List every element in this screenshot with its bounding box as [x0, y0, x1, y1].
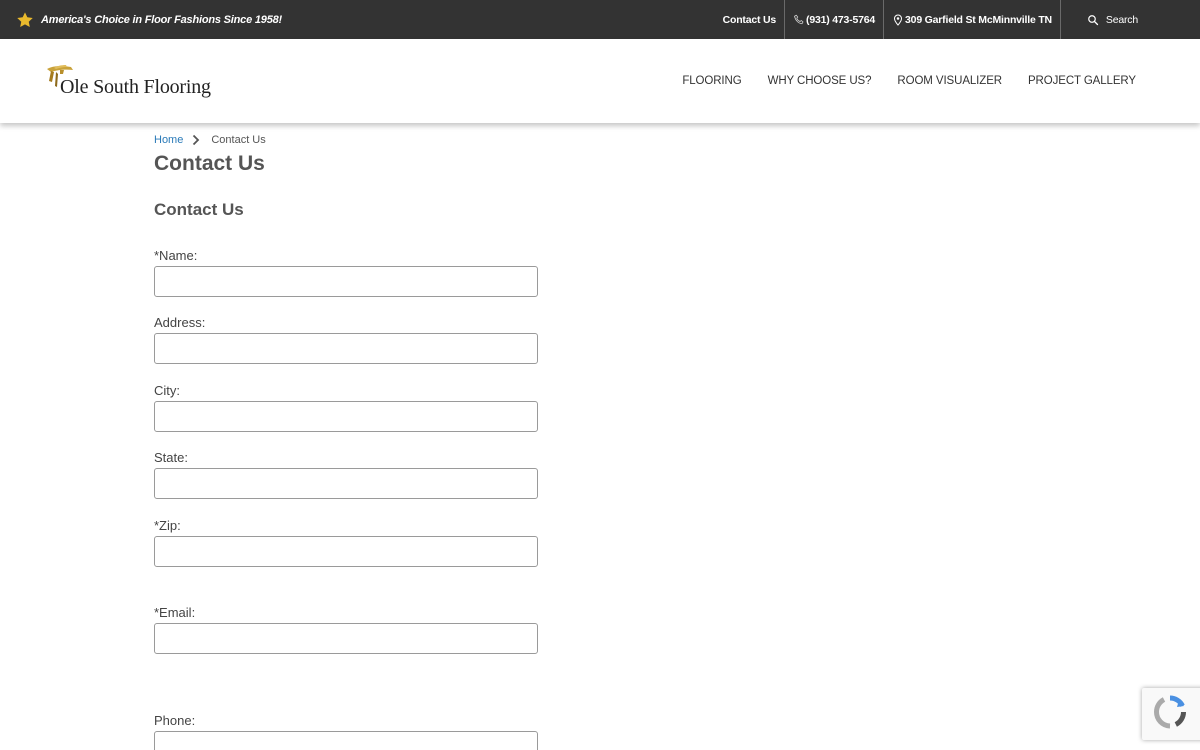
star-icon	[16, 11, 34, 29]
tagline-text: America's Choice in Floor Fashions Since…	[41, 13, 282, 26]
logo-text: Ole South Flooring	[60, 76, 211, 98]
phone-icon	[793, 14, 805, 26]
search-icon	[1087, 14, 1099, 26]
contact-us-link[interactable]: Contact Us	[715, 0, 786, 39]
page-title: Contact Us	[154, 152, 265, 175]
main-nav: FLOORING WHY CHOOSE US? ROOM VISUALIZER …	[656, 39, 1136, 123]
phone-link[interactable]: (931) 473-5764	[785, 0, 885, 39]
email-label: *Email:	[154, 605, 196, 620]
zip-label: *Zip:	[154, 518, 181, 533]
search-button[interactable]: Search	[1061, 0, 1200, 39]
breadcrumb: Home Contact Us	[154, 134, 266, 146]
nav-why-choose-us[interactable]: WHY CHOOSE US?	[768, 75, 872, 87]
phone-number: (931) 473-5764	[806, 13, 876, 26]
top-bar: America's Choice in Floor Fashions Since…	[0, 0, 1200, 39]
nav-flooring[interactable]: FLOORING	[682, 75, 741, 87]
state-label: State:	[154, 450, 188, 465]
city-field[interactable]	[154, 401, 538, 432]
phone-field[interactable]	[154, 731, 538, 750]
site-header: Ole South Flooring FLOORING WHY CHOOSE U…	[0, 39, 1200, 123]
state-field[interactable]	[154, 468, 538, 499]
address-label: Address:	[154, 315, 206, 330]
name-label: *Name:	[154, 248, 198, 263]
phone-label: Phone:	[154, 713, 196, 728]
address-text: 309 Garfield St McMinnville TN	[905, 13, 1052, 26]
city-label: City:	[154, 383, 180, 398]
search-label: Search	[1105, 13, 1138, 26]
nav-project-gallery[interactable]: PROJECT GALLERY	[1028, 75, 1136, 87]
chevron-right-icon	[191, 134, 201, 146]
zip-field[interactable]	[154, 536, 538, 567]
address-field[interactable]	[154, 333, 538, 364]
site-logo[interactable]: Ole South Flooring	[44, 63, 224, 101]
address-link[interactable]: 309 Garfield St McMinnville TN	[884, 0, 1061, 39]
top-links: Contact Us (931) 473-5764 309 Garfield S…	[715, 0, 1200, 39]
recaptcha-badge[interactable]	[1142, 688, 1200, 740]
recaptcha-icon	[1152, 694, 1188, 735]
email-field[interactable]	[154, 623, 538, 654]
name-field[interactable]	[154, 266, 538, 297]
breadcrumb-home-link[interactable]: Home	[154, 134, 183, 146]
map-pin-icon	[892, 13, 904, 26]
breadcrumb-current: Contact Us	[211, 134, 266, 146]
tagline: America's Choice in Floor Fashions Since…	[16, 0, 282, 39]
form-title: Contact Us	[154, 200, 244, 219]
nav-room-visualizer[interactable]: ROOM VISUALIZER	[897, 75, 1002, 87]
